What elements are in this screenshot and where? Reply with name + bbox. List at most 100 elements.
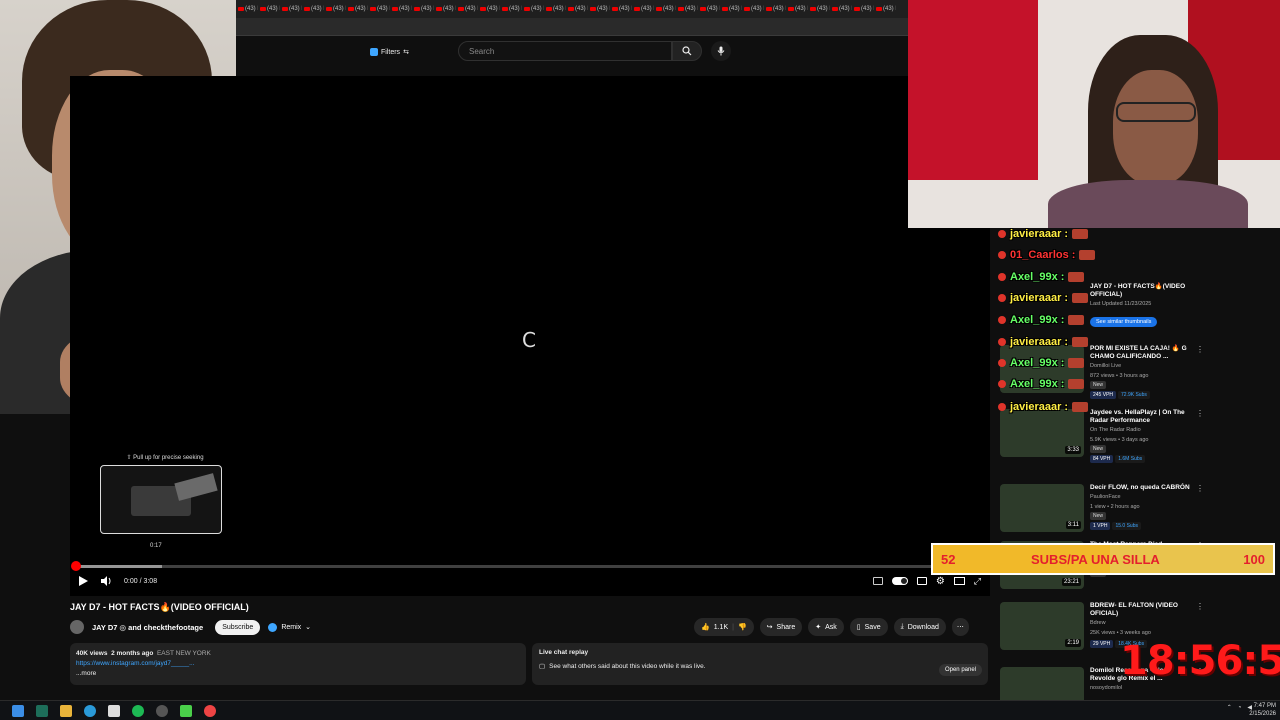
system-tray[interactable]: ⌃ ◔ ◀ <box>1227 704 1252 712</box>
taskbar-clock[interactable]: 7:47 PM 2/15/2026 <box>1249 702 1276 718</box>
chrome-icon[interactable] <box>204 704 216 717</box>
spotify-icon[interactable] <box>132 704 144 717</box>
browser-tab[interactable]: (43) L <box>412 0 434 18</box>
browser-tab[interactable]: (43) L <box>632 0 654 18</box>
more-vertical-icon[interactable]: ⋮ <box>1196 602 1204 611</box>
browser-tab[interactable]: (43) L <box>588 0 610 18</box>
browser-tab[interactable]: (43) L <box>698 0 720 18</box>
subscribe-button[interactable]: Subscribe <box>215 619 261 635</box>
autoplay-icon[interactable] <box>872 577 883 585</box>
chat-username: Axel_99x : <box>1010 314 1065 326</box>
browser-tab[interactable]: (43) L <box>434 0 456 18</box>
autoplay-toggle[interactable] <box>891 577 908 585</box>
scrubber-handle[interactable] <box>71 561 81 571</box>
chat-username: javieraaar : <box>1010 401 1069 413</box>
browser-tab[interactable]: (43) L <box>324 0 346 18</box>
more-vertical-icon[interactable]: ⋮ <box>1196 345 1204 354</box>
youtube-favicon-icon <box>832 7 838 11</box>
more-actions-button[interactable]: ⋯ <box>951 618 969 636</box>
browser-tab[interactable]: (43) L <box>456 0 478 18</box>
download-button[interactable]: ⤓ Download <box>893 618 946 636</box>
obs-icon[interactable] <box>156 704 168 717</box>
thumbs-down-icon[interactable]: 👎 <box>738 623 747 631</box>
theater-mode-icon[interactable] <box>953 577 965 585</box>
browser-tab[interactable]: (43) L <box>258 0 280 18</box>
similar-thumbnails-button[interactable]: See similar thumbnails <box>1090 317 1158 327</box>
browser-tab[interactable]: (43) L <box>302 0 324 18</box>
browser-tab[interactable]: (43) L <box>566 0 588 18</box>
browser-address-bar[interactable] <box>236 18 908 36</box>
like-button[interactable]: 👍 1.1K | 👎 <box>694 618 754 636</box>
chat-badge-icon <box>998 338 1006 346</box>
youtube-favicon-icon <box>590 7 596 11</box>
sidebar-video-thumbnail[interactable]: 2:19 <box>1000 602 1084 650</box>
filters-button[interactable]: Filters ⇆ <box>370 44 409 60</box>
open-panel-button[interactable]: Open panel <box>938 664 982 676</box>
browser-tab-label: (43) L <box>245 6 258 12</box>
browser-tab[interactable]: (43) L <box>720 0 742 18</box>
browser-tab[interactable]: (43) L <box>390 0 412 18</box>
remix-icon <box>268 622 278 632</box>
youtube-favicon-icon <box>260 7 266 11</box>
more-vertical-icon[interactable]: ⋮ <box>1196 409 1204 418</box>
windows-start-icon[interactable] <box>12 704 24 717</box>
browser-tab[interactable]: (43) L <box>874 0 896 18</box>
voice-search-button[interactable] <box>711 41 731 61</box>
browser-tab-label: (43) L <box>817 6 830 12</box>
browser-tab-label: (43) L <box>773 6 786 12</box>
browser-tab[interactable]: (43) L <box>830 0 852 18</box>
ask-button[interactable]: ✦ Ask <box>808 618 844 636</box>
more-vertical-icon[interactable]: ⋮ <box>1196 484 1204 493</box>
browser-tab[interactable]: (43) L <box>236 0 258 18</box>
browser-tab[interactable]: (43) L <box>808 0 830 18</box>
browser-tab[interactable]: (43) L <box>676 0 698 18</box>
live-chat-title: Live chat replay <box>539 649 589 656</box>
browser-tab[interactable]: (43) L <box>500 0 522 18</box>
settings-gear-icon[interactable]: ⚙ <box>936 576 945 587</box>
browser-tab[interactable]: (43) L <box>368 0 390 18</box>
show-more-link[interactable]: ...more <box>76 669 520 679</box>
save-button[interactable]: ▯ Save <box>849 618 888 636</box>
location-tag[interactable]: EAST NEW YORK <box>157 650 211 657</box>
browser-tab[interactable]: (43) L <box>852 0 874 18</box>
search-input[interactable]: Search <box>458 41 672 61</box>
sidebar-video-item[interactable]: POR MI EXISTE LA CAJA! 🔥 G CHAMO CALIFIC… <box>1090 345 1195 399</box>
notepad-icon[interactable] <box>108 704 120 717</box>
browser-tab-label: (43) L <box>795 6 808 12</box>
search-button[interactable] <box>672 41 702 61</box>
description-box[interactable]: 40K views 2 months ago EAST NEW YORK htt… <box>70 643 526 685</box>
browser-tab[interactable]: (43) L <box>544 0 566 18</box>
browser-tab[interactable]: (43) L <box>610 0 632 18</box>
sidebar-video-item[interactable]: Decir FLOW, no queda CABRÓN PaulionFace 1 … <box>1090 484 1195 530</box>
sidebar-video-item[interactable]: Jaydee vs. HellaPlayz | On The Radar Per… <box>1090 409 1195 463</box>
browser-tab[interactable]: (43) L <box>478 0 500 18</box>
sidebar-video-title: POR MI EXISTE LA CAJA! 🔥 G CHAMO CALIFIC… <box>1090 345 1187 360</box>
progress-bar[interactable] <box>71 561 981 571</box>
browser-tab[interactable]: (43) L <box>742 0 764 18</box>
browser-tab[interactable]: (43) L <box>786 0 808 18</box>
channel-avatar[interactable] <box>70 620 84 634</box>
capcut-icon[interactable] <box>180 704 192 717</box>
sidebar-video-thumbnail[interactable]: 3:11 <box>1000 484 1084 532</box>
chat-username: Axel_99x : <box>1010 378 1065 390</box>
share-button[interactable]: ↪ Share <box>759 618 803 636</box>
browser-tab-label: (43) L <box>751 6 764 12</box>
browser-tab[interactable]: (43) L <box>522 0 544 18</box>
browser-tab[interactable]: (43) L <box>764 0 786 18</box>
fullscreen-icon[interactable]: ⤢ <box>974 576 981 587</box>
edge-browser-icon[interactable] <box>84 704 96 717</box>
subtitles-icon[interactable] <box>916 577 927 585</box>
browser-tab[interactable]: (43) L <box>346 0 368 18</box>
play-button[interactable] <box>76 572 90 590</box>
channel-name[interactable]: JAY D7 ◎ and checkthefootage <box>92 623 203 632</box>
sidebar-video-thumbnail[interactable]: 3:33 <box>1000 409 1084 457</box>
browser-tab[interactable]: (43) L <box>280 0 302 18</box>
volume-button[interactable] <box>100 572 114 590</box>
terminal-icon[interactable] <box>36 704 48 717</box>
browser-tab-label: (43) L <box>443 6 456 12</box>
remix-button[interactable]: Remix ⌄ <box>268 622 311 632</box>
browser-tab[interactable]: (43) L <box>654 0 676 18</box>
description-link[interactable]: https://www.instagram.com/jayd7_____... <box>76 659 520 669</box>
file-explorer-icon[interactable] <box>60 704 72 717</box>
chat-username: javieraaar : <box>1010 336 1069 348</box>
